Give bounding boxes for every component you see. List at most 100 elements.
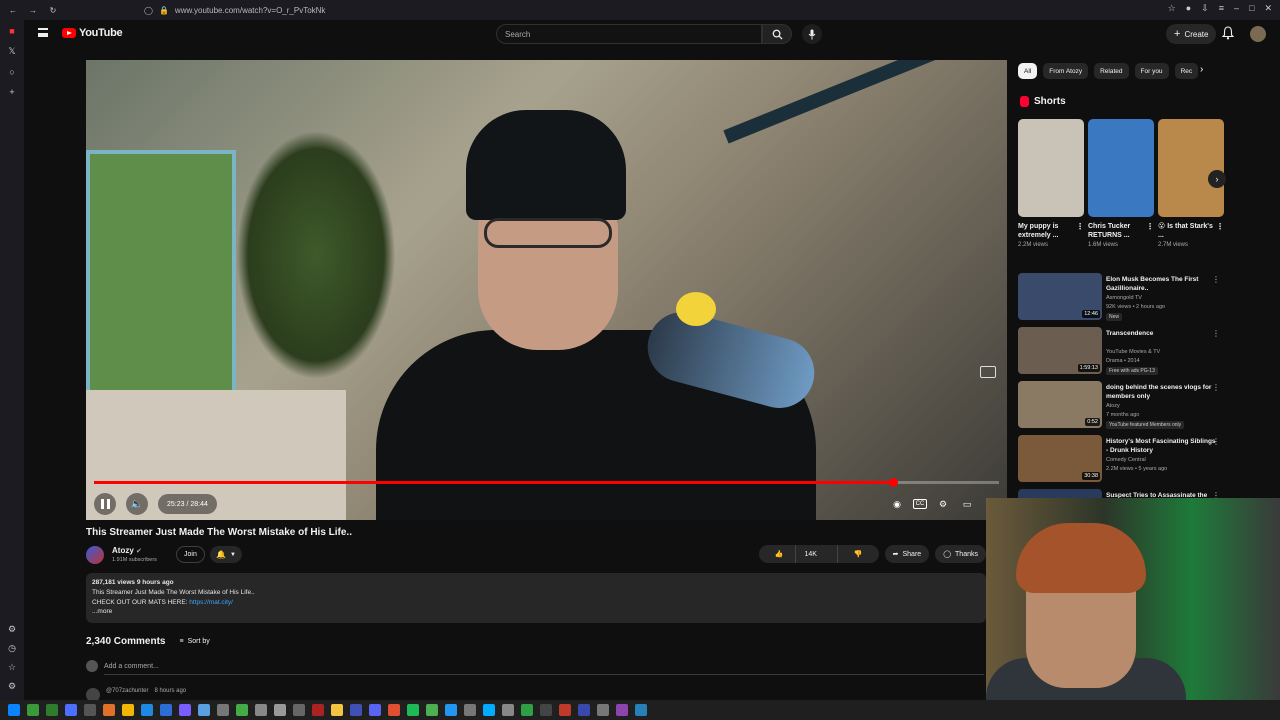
taskbar-app-icon[interactable] (578, 704, 590, 716)
chips-next-arrow-icon[interactable]: › (1200, 64, 1203, 75)
chip-all[interactable]: All (1018, 63, 1038, 79)
join-button[interactable]: Join (176, 546, 205, 563)
short-item[interactable]: Chris Tucker RETURNS ... ⋮ 1.6M views (1088, 119, 1154, 248)
taskbar-app-icon[interactable] (141, 704, 153, 716)
youtube-tab-icon[interactable]: ■ (9, 26, 14, 36)
video-title[interactable]: History's Most Fascinating Siblings - Dr… (1106, 437, 1216, 455)
recommended-video[interactable]: 30:38 History's Most Fascinating Siblings… (1018, 435, 1224, 487)
taskbar-app-icon[interactable] (179, 704, 191, 716)
scrubber-handle[interactable] (889, 478, 899, 487)
taskbar-app-icon[interactable] (445, 704, 457, 716)
video-title[interactable]: Elon Musk Becomes The First Gazillionair… (1106, 275, 1216, 293)
taskbar-app-icon[interactable] (388, 704, 400, 716)
channel-name-text[interactable]: Atozy (112, 546, 134, 555)
search-box[interactable] (496, 24, 762, 44)
short-title[interactable]: 😮 Is that Stark's ... (1158, 222, 1214, 240)
taskbar-app-icon[interactable] (616, 704, 628, 716)
video-channel[interactable]: Asmongold TV (1106, 294, 1216, 302)
volume-button[interactable]: 🔈 (126, 493, 148, 515)
taskbar-app-icon[interactable] (521, 704, 533, 716)
taskbar-app-icon[interactable] (540, 704, 552, 716)
more-vert-icon[interactable]: ⋮ (1212, 437, 1220, 446)
taskbar-app-icon[interactable] (635, 704, 647, 716)
video-channel[interactable]: Atozy (1106, 402, 1216, 410)
taskbar-app-icon[interactable] (312, 704, 324, 716)
more-vert-icon[interactable]: ⋮ (1212, 383, 1220, 392)
chip-related[interactable]: Related (1094, 63, 1129, 79)
taskbar-app-icon[interactable] (198, 704, 210, 716)
taskbar-app-icon[interactable] (464, 704, 476, 716)
chip-rec[interactable]: Rec (1174, 63, 1199, 79)
taskbar-app-icon[interactable] (502, 704, 514, 716)
video-player[interactable]: 🔈 25:23 / 28:44 ◉ CC ⚙ ▭ ⤢ (86, 60, 1007, 520)
create-button[interactable]: + Create (1166, 24, 1217, 44)
short-title[interactable]: My puppy is extremely ... (1018, 222, 1074, 240)
short-thumbnail[interactable] (1018, 119, 1084, 217)
taskbar-app-icon[interactable] (65, 704, 77, 716)
search-input[interactable] (505, 29, 761, 39)
more-vert-icon[interactable]: ⋮ (1076, 222, 1084, 231)
more-vert-icon[interactable]: ⋮ (1212, 275, 1220, 284)
sidebar-bookmark-icon[interactable]: ☆ (8, 662, 16, 673)
taskbar-app-icon[interactable] (255, 704, 267, 716)
taskbar-app-icon[interactable] (160, 704, 172, 716)
video-title[interactable]: Transcendence (1106, 329, 1216, 338)
autoplay-toggle-icon[interactable]: ◉ (889, 496, 905, 512)
minimize-icon[interactable]: – (1234, 3, 1239, 14)
short-item[interactable]: My puppy is extremely ... ⋮ 2.2M views (1018, 119, 1084, 248)
taskbar-app-icon[interactable] (27, 704, 39, 716)
taskbar-app-icon[interactable] (103, 704, 115, 716)
miniplayer-overlay-icon[interactable] (980, 366, 996, 378)
like-button[interactable]: 👍 14K (759, 545, 833, 563)
bookmark-icon[interactable]: ☆ (1168, 3, 1176, 14)
voice-search-button[interactable] (802, 24, 822, 44)
sidebar-history-icon[interactable]: ◷ (8, 643, 16, 654)
account-avatar[interactable] (1250, 26, 1266, 42)
pause-button[interactable] (94, 493, 116, 515)
progress-bar[interactable] (94, 478, 999, 487)
recommended-video[interactable]: 12:46 Elon Musk Becomes The First Gazilli… (1018, 273, 1224, 325)
channel-avatar[interactable] (86, 546, 104, 564)
taskbar-app-icon[interactable] (597, 704, 609, 716)
taskbar-app-icon[interactable] (407, 704, 419, 716)
more-vert-icon[interactable]: ⋮ (1212, 329, 1220, 338)
back-icon[interactable]: ← (8, 6, 18, 15)
dislike-button[interactable]: 👎 (836, 545, 879, 563)
video-title[interactable]: doing behind the scenes vlogs for member… (1106, 383, 1216, 401)
captions-icon[interactable]: CC (913, 499, 927, 509)
add-comment-row[interactable]: Add a comment... (86, 660, 986, 675)
taskbar-app-icon[interactable] (426, 704, 438, 716)
recommended-video[interactable]: 0:52 doing behind the scenes vlogs for me… (1018, 381, 1224, 433)
thanks-button[interactable]: ◯ Thanks (935, 545, 986, 563)
sidebar-settings-icon[interactable]: ⚙ (8, 624, 16, 635)
subscribed-bell-button[interactable]: 🔔 ▼ (210, 546, 242, 563)
sort-by-button[interactable]: ≡ Sort by (179, 638, 209, 645)
taskbar-app-icon[interactable] (8, 704, 20, 716)
youtube-logo[interactable]: YouTube (62, 27, 123, 39)
sidebar-gear-icon[interactable]: ⚙ (8, 681, 16, 692)
taskbar-app-icon[interactable] (84, 704, 96, 716)
taskbar-app-icon[interactable] (483, 704, 495, 716)
search-button[interactable] (762, 24, 792, 44)
chip-from-atozy[interactable]: From Atozy (1043, 63, 1089, 79)
shorts-next-arrow-icon[interactable]: › (1208, 170, 1226, 188)
taskbar-app-icon[interactable] (217, 704, 229, 716)
taskbar-app-icon[interactable] (331, 704, 343, 716)
description-box[interactable]: 287,181 views 9 hours ago This Streamer … (86, 573, 986, 623)
menu-icon[interactable]: ≡ (1219, 3, 1224, 14)
video-channel[interactable]: Comedy Central (1106, 456, 1216, 464)
url-text[interactable]: www.youtube.com/watch?v=O_r_PvTokNk (175, 6, 326, 15)
video-channel[interactable]: YouTube Movies & TV (1106, 348, 1216, 356)
taskbar-app-icon[interactable] (274, 704, 286, 716)
taskbar-app-icon[interactable] (46, 704, 58, 716)
settings-gear-icon[interactable]: ⚙ (935, 496, 951, 512)
description-link[interactable]: https://mat.city/ (189, 599, 233, 606)
taskbar-app-icon[interactable] (293, 704, 305, 716)
short-thumbnail[interactable] (1088, 119, 1154, 217)
short-thumbnail[interactable] (1158, 119, 1224, 217)
share-button[interactable]: ➦ Share (884, 545, 930, 563)
show-more-link[interactable]: ...more (92, 608, 980, 616)
tab-icon[interactable]: ○ (9, 67, 14, 77)
add-tab-icon[interactable]: + (9, 87, 14, 97)
x-tab-icon[interactable]: 𝕏 (8, 46, 15, 57)
